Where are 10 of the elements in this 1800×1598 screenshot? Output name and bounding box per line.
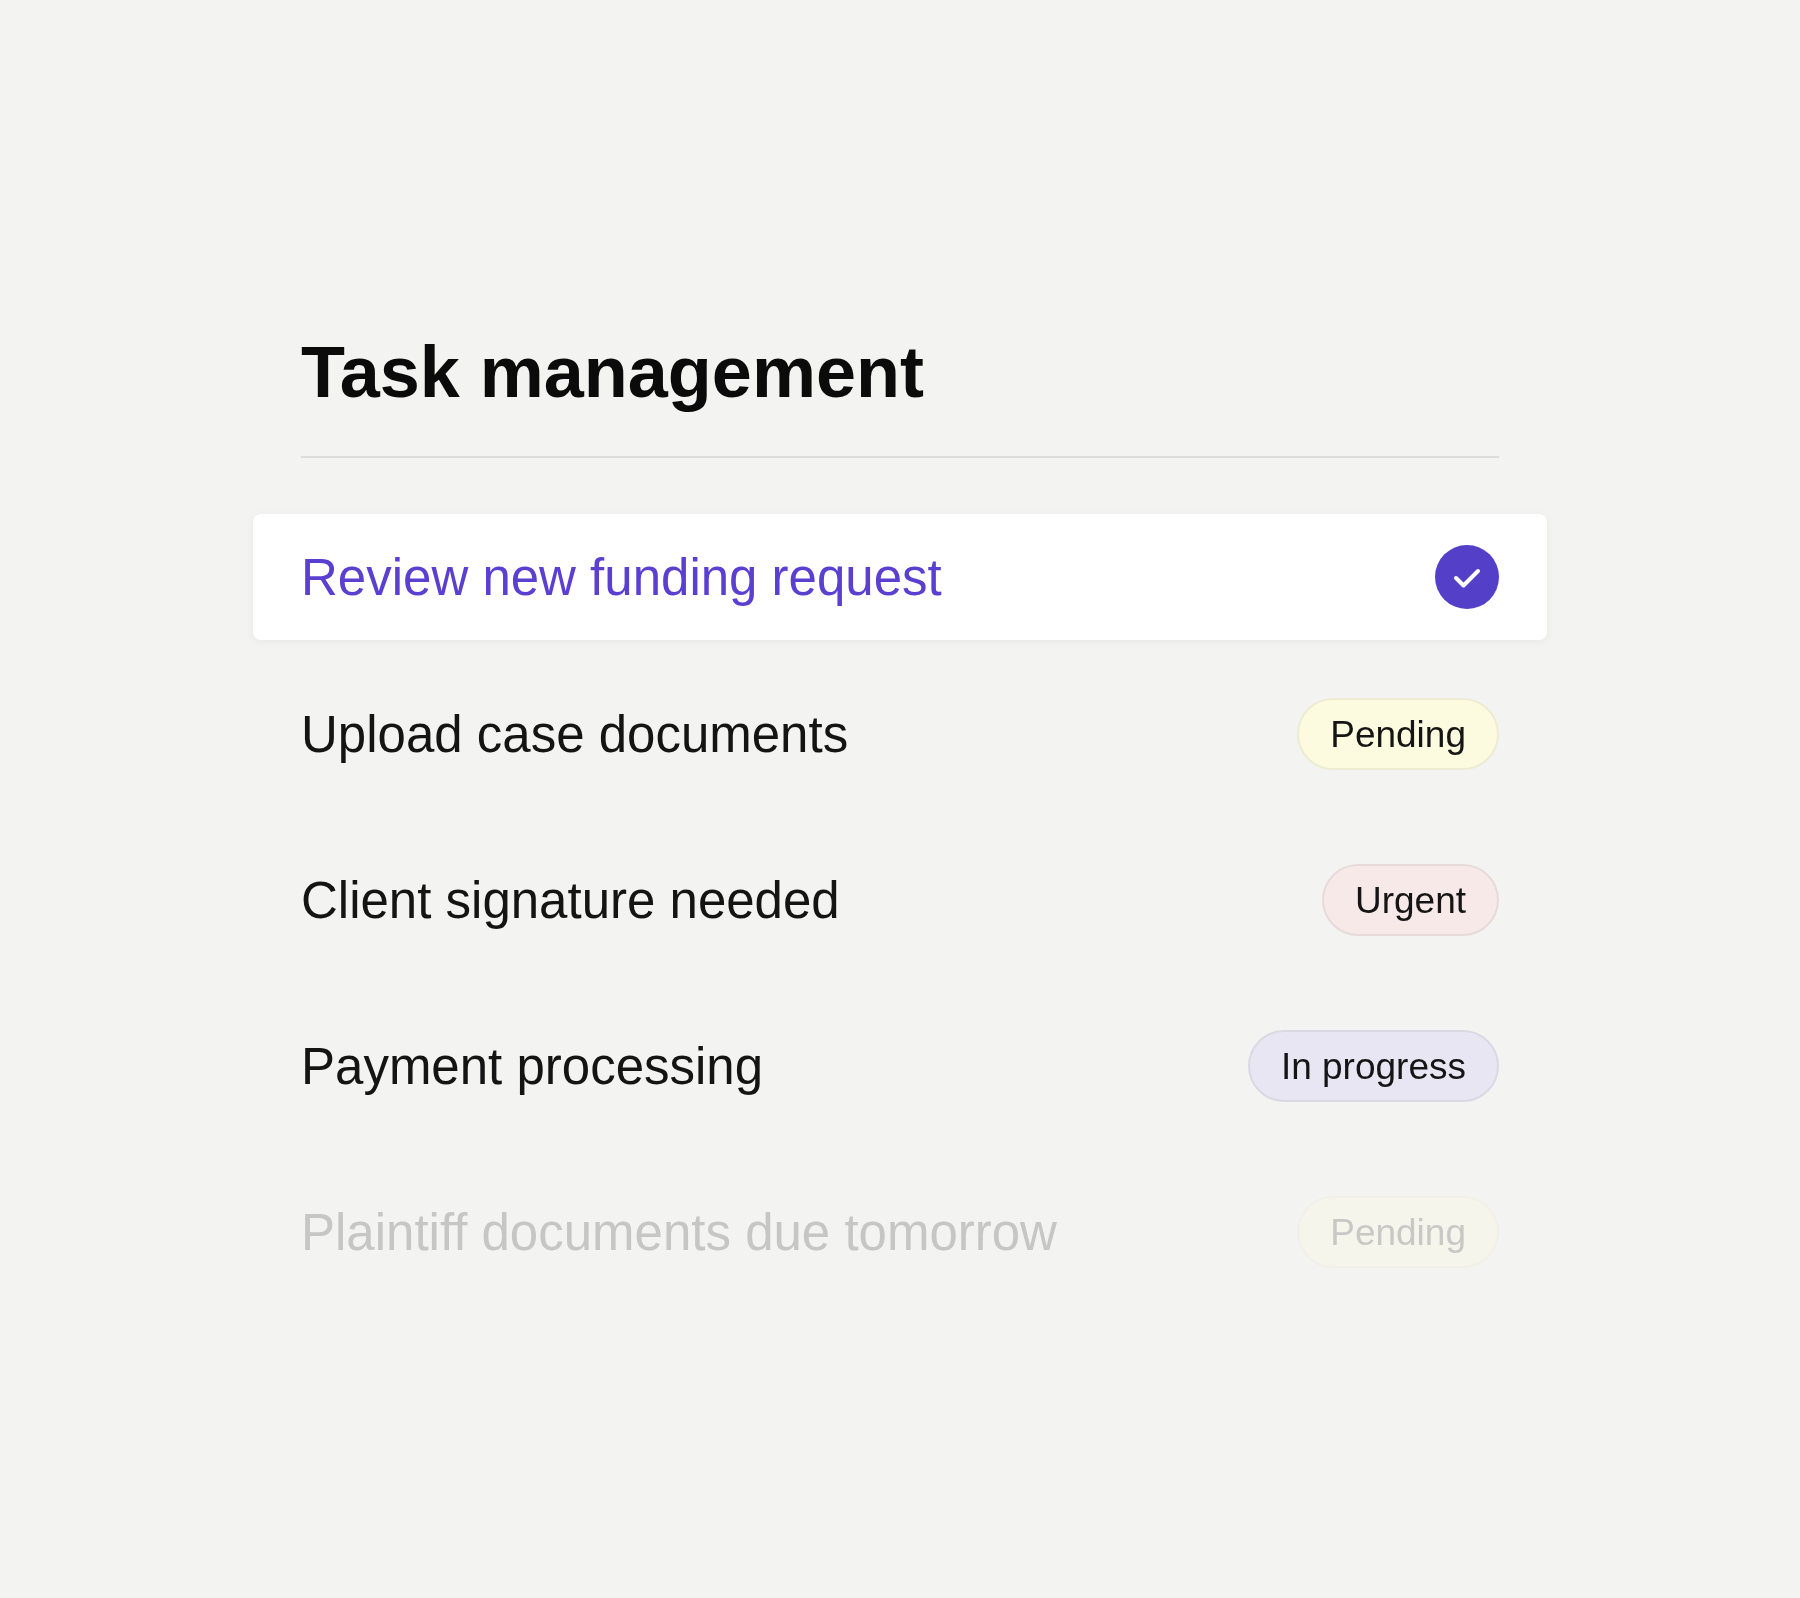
status-tag: In progress [1247,1030,1499,1103]
check-circle-icon [1435,545,1499,610]
status-tag: Urgent [1321,864,1499,937]
task-title[interactable]: Upload case documents [301,703,849,765]
task-title[interactable]: Review new funding request [301,546,942,608]
selected-task-card[interactable]: Review new funding request [253,514,1547,641]
task-title[interactable]: Payment processing [301,1035,764,1097]
task-title[interactable]: Client signature needed [301,869,840,931]
status-tag: Pending [1297,698,1499,771]
page-title: Task management [301,331,925,414]
